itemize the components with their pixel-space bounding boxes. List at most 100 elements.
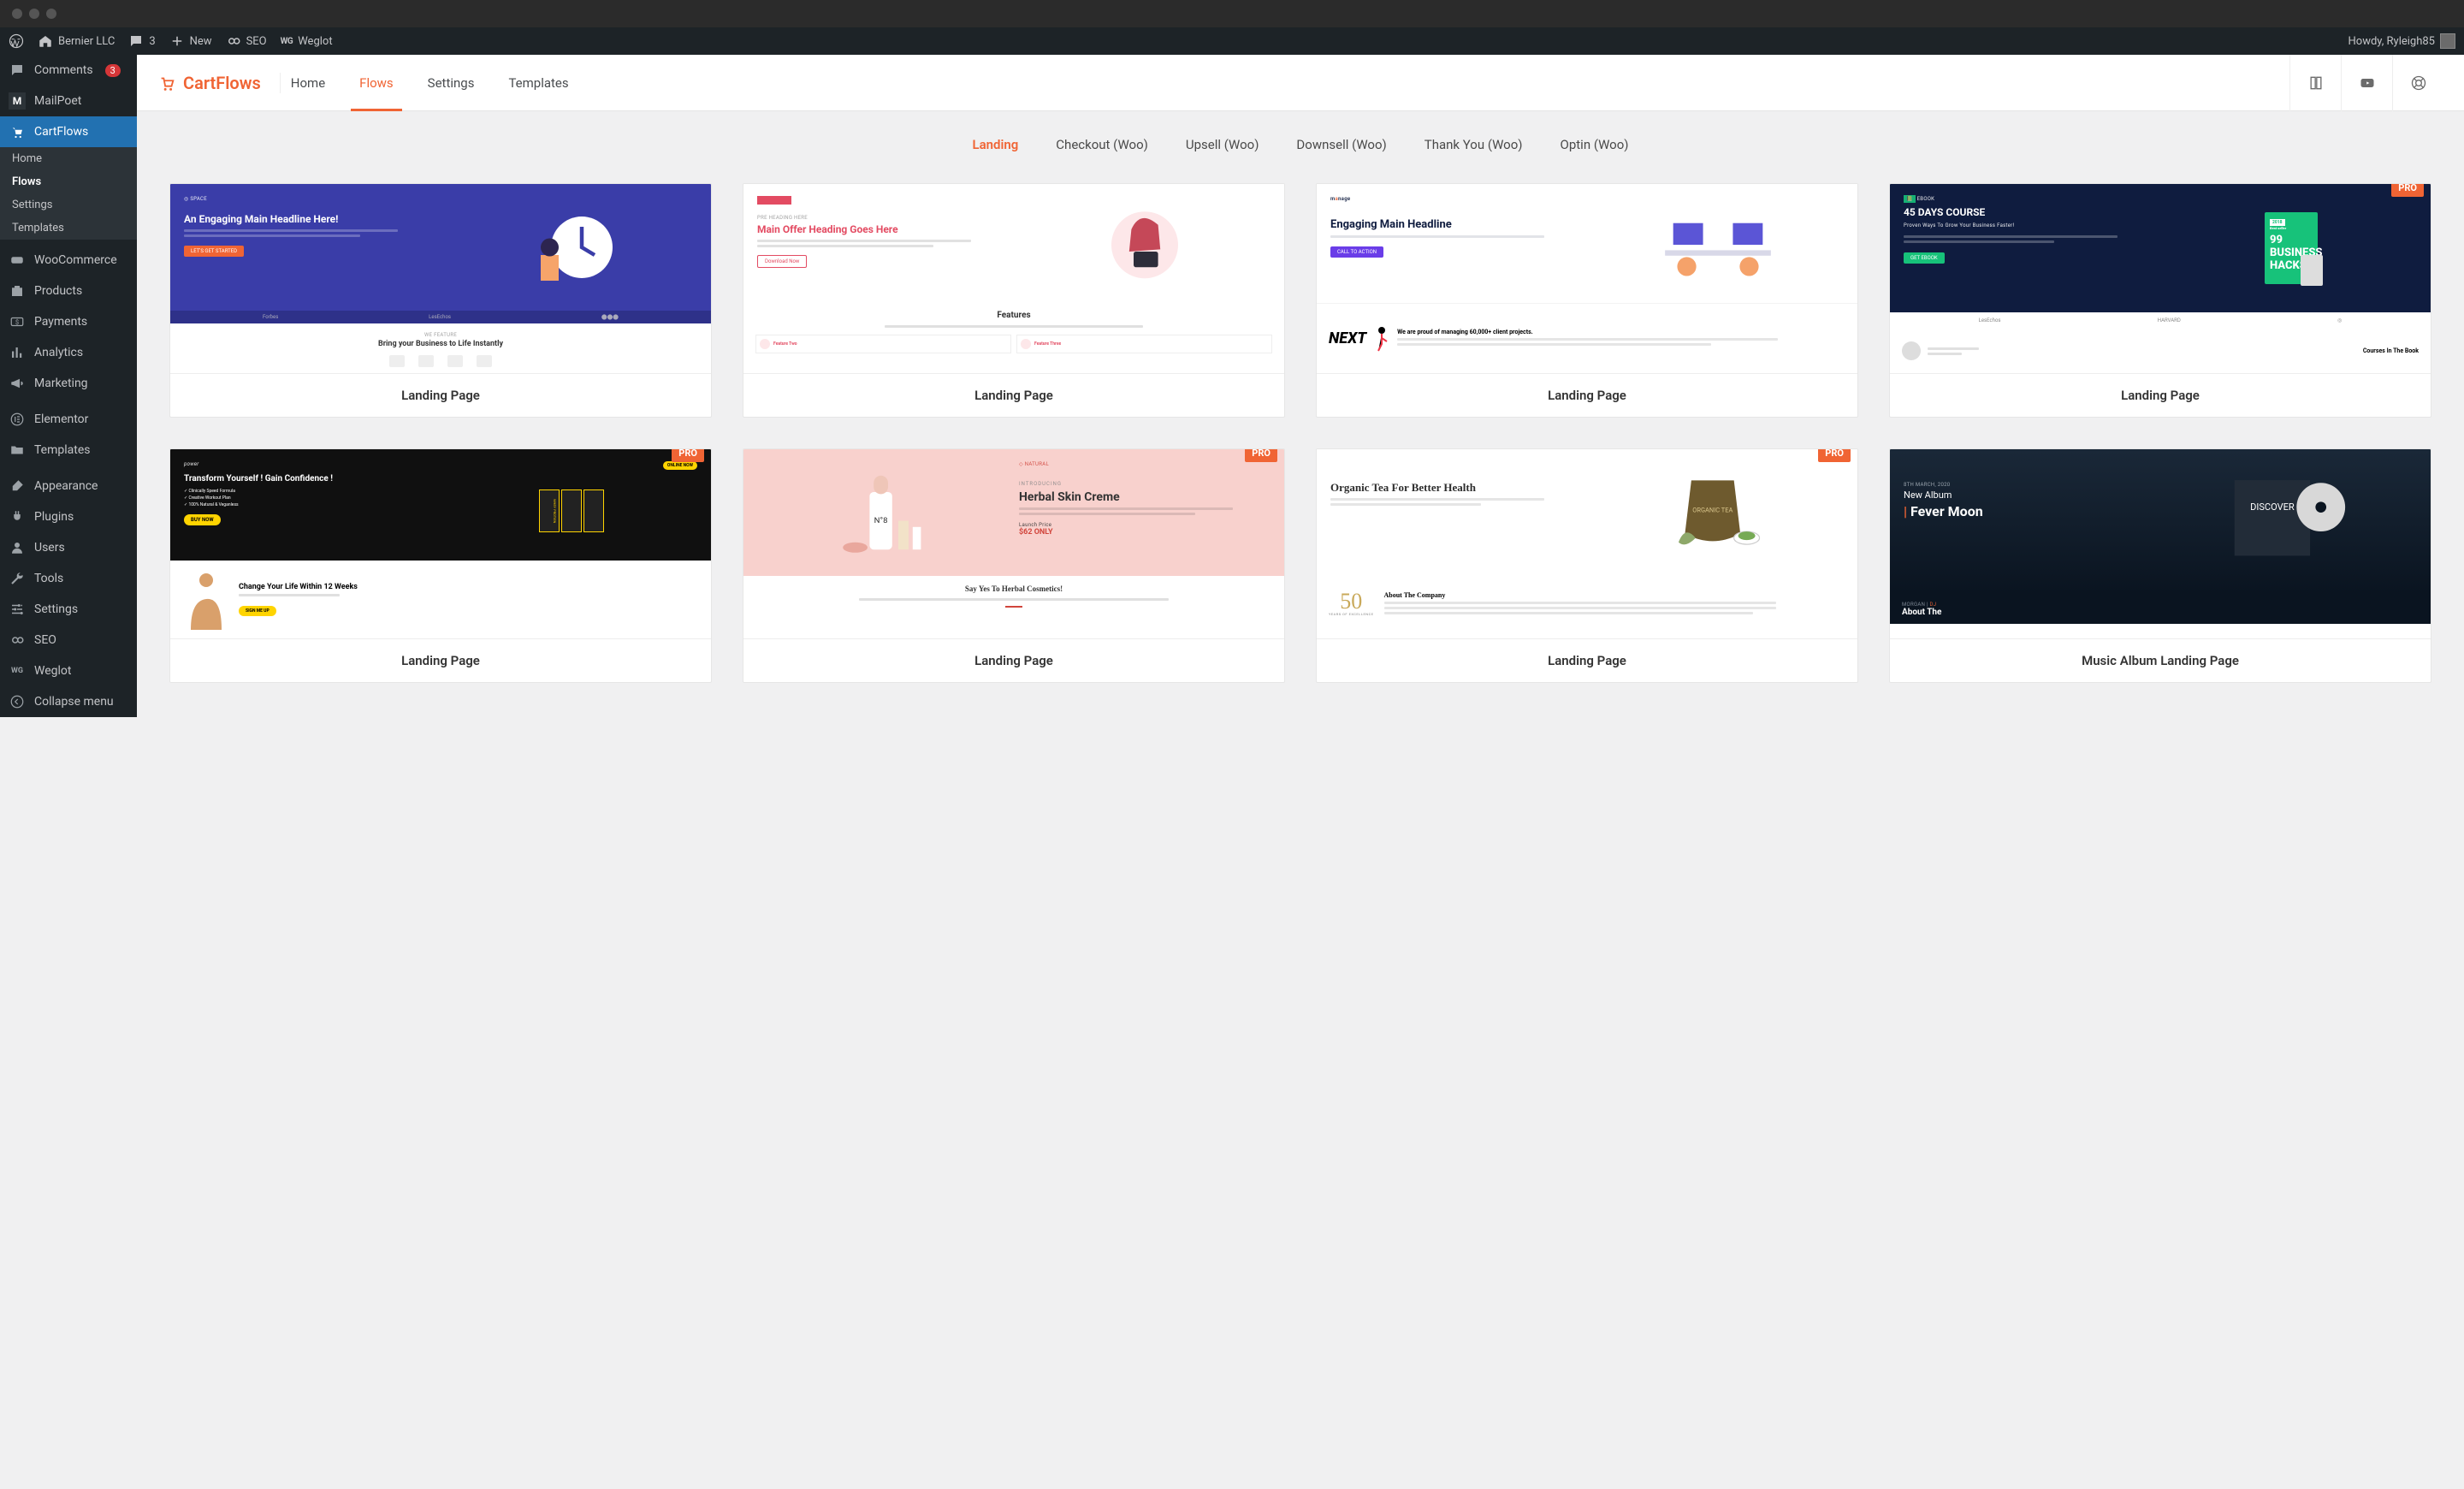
sidebar-item-payments[interactable]: $ Payments: [0, 306, 137, 337]
new-link[interactable]: New: [169, 33, 212, 49]
seo-label: SEO: [246, 35, 267, 48]
sidebar-item-marketing[interactable]: Marketing: [0, 368, 137, 399]
sidebar-item-label: Payments: [34, 315, 87, 329]
comment-icon: [9, 62, 26, 79]
sidebar-item-label: WooCommerce: [34, 253, 117, 267]
filter-downsell[interactable]: Downsell (Woo): [1296, 137, 1386, 152]
filter-thankyou[interactable]: Thank You (Woo): [1424, 137, 1523, 152]
close-dot[interactable]: [12, 9, 22, 19]
greeting-label: Howdy, Ryleigh85: [2348, 35, 2436, 48]
submenu-home[interactable]: Home: [0, 147, 137, 170]
seo-link[interactable]: SEO: [226, 33, 267, 49]
zoom-dot[interactable]: [46, 9, 56, 19]
comment-icon: [128, 33, 144, 49]
minimize-dot[interactable]: [29, 9, 39, 19]
elementor-icon: [9, 411, 26, 428]
sidebar-item-settings[interactable]: Settings: [0, 594, 137, 625]
filter-upsell[interactable]: Upsell (Woo): [1186, 137, 1259, 152]
sidebar-item-label: Marketing: [34, 377, 88, 390]
site-link[interactable]: Bernier LLC: [38, 33, 115, 49]
comments-link[interactable]: 3: [128, 33, 155, 49]
template-title: Landing Page: [1317, 374, 1857, 417]
template-title: Music Album Landing Page: [1890, 639, 2431, 682]
sidebar-item-label: Tools: [34, 572, 63, 585]
svg-text:ORGANIC TEA: ORGANIC TEA: [1692, 507, 1732, 514]
seo-icon: [9, 632, 26, 649]
filter-checkout[interactable]: Checkout (Woo): [1056, 137, 1148, 152]
weglot-icon: WG: [281, 37, 293, 46]
nav-flows[interactable]: Flows: [359, 55, 394, 110]
account-link[interactable]: Howdy, Ryleigh85: [2348, 33, 2456, 49]
comments-badge: 3: [105, 64, 121, 77]
template-card[interactable]: PRO N°8: [743, 448, 1285, 683]
brand-label: CartFlows: [183, 73, 261, 93]
person-laptop-illustration-icon: [1019, 196, 1270, 285]
docs-button[interactable]: [2289, 55, 2341, 111]
sidebar-item-cartflows[interactable]: CartFlows: [0, 116, 137, 147]
template-title: Landing Page: [170, 639, 711, 682]
sidebar-item-analytics[interactable]: Analytics: [0, 337, 137, 368]
sidebar-item-seo[interactable]: SEO: [0, 625, 137, 656]
seo-icon: [226, 33, 241, 49]
sidebar-item-appearance[interactable]: Appearance: [0, 471, 137, 501]
sidebar-item-tools[interactable]: Tools: [0, 563, 137, 594]
figure-icon: [1375, 326, 1389, 352]
template-title: Landing Page: [743, 374, 1284, 417]
desk-illustration-icon: [1592, 196, 1844, 291]
sidebar-item-collapse[interactable]: Collapse menu: [0, 686, 137, 717]
sidebar-item-comments[interactable]: Comments 3: [0, 55, 137, 86]
home-icon: [38, 33, 53, 49]
cartflows-brand[interactable]: CartFlows: [157, 73, 281, 93]
sidebar-item-elementor[interactable]: Elementor: [0, 404, 137, 435]
submenu-settings[interactable]: Settings: [0, 193, 137, 217]
video-button[interactable]: [2341, 55, 2392, 111]
template-card[interactable]: PRO 📗 EBOOK 45 DAYS COURSE Proven Ways T…: [1889, 183, 2431, 418]
template-card[interactable]: PRE HEADING HERE Main Offer Heading Goes…: [743, 183, 1285, 418]
nav-settings[interactable]: Settings: [428, 55, 475, 110]
template-card[interactable]: 8TH MARCH, 2020 New Album | Fever Moon D…: [1889, 448, 2431, 683]
plus-icon: [169, 33, 185, 49]
wp-logo[interactable]: [9, 33, 24, 49]
sidebar-item-woocommerce[interactable]: WooCommerce: [0, 245, 137, 276]
filter-landing[interactable]: Landing: [973, 137, 1019, 152]
filter-optin[interactable]: Optin (Woo): [1561, 137, 1629, 152]
sidebar-item-plugins[interactable]: Plugins: [0, 501, 137, 532]
wp-sidebar: Comments 3 M MailPoet CartFlows Home Flo…: [0, 55, 137, 717]
sidebar-item-products[interactable]: Products: [0, 276, 137, 306]
template-card[interactable]: PRO power Transform Yourself ! Gain Conf…: [169, 448, 712, 683]
template-type-tabs: Landing Checkout (Woo) Upsell (Woo) Down…: [169, 137, 2431, 152]
sliders-icon: [9, 601, 26, 618]
plug-icon: [9, 508, 26, 525]
comment-count-label: 3: [149, 35, 155, 48]
sidebar-item-label: Templates: [34, 443, 91, 457]
svg-text:DISCOVER: DISCOVER: [2250, 501, 2295, 513]
sidebar-item-users[interactable]: Users: [0, 532, 137, 563]
wrench-icon: [9, 570, 26, 587]
template-card[interactable]: PRO Organic Tea For Better Health: [1316, 448, 1858, 683]
body-illustration-icon: [182, 570, 230, 630]
pro-badge: PRO: [1818, 448, 1851, 462]
collapse-icon: [9, 693, 26, 710]
nav-home[interactable]: Home: [291, 55, 325, 110]
submenu-flows[interactable]: Flows: [0, 170, 137, 193]
sidebar-item-templates[interactable]: Templates: [0, 435, 137, 466]
sidebar-item-label: Products: [34, 284, 82, 298]
pro-badge: PRO: [2391, 183, 2424, 197]
weglot-link[interactable]: WG Weglot: [281, 35, 333, 48]
main-content: CartFlows Home Flows Settings Templates …: [137, 55, 2464, 717]
template-card[interactable]: ◎ SPACE An Engaging Main Headline Here! …: [169, 183, 712, 418]
cartflows-header: CartFlows Home Flows Settings Templates: [137, 55, 2464, 111]
template-thumbnail: 📗 EBOOK 45 DAYS COURSE Proven Ways To Gr…: [1890, 184, 2431, 374]
help-button[interactable]: [2392, 55, 2443, 111]
pro-badge: PRO: [1245, 448, 1277, 462]
sidebar-item-label: MailPoet: [34, 94, 81, 108]
sidebar-item-label: Elementor: [34, 412, 88, 426]
sidebar-item-mailpoet[interactable]: M MailPoet: [0, 86, 137, 116]
template-card[interactable]: manage Engaging Main Headline CALL TO AC…: [1316, 183, 1858, 418]
sidebar-item-weglot[interactable]: WG Weglot: [0, 656, 137, 686]
cartflows-icon: [9, 123, 26, 140]
submenu-templates[interactable]: Templates: [0, 217, 137, 240]
avatar-icon: [2440, 33, 2455, 49]
template-grid: ◎ SPACE An Engaging Main Headline Here! …: [169, 183, 2431, 683]
nav-templates[interactable]: Templates: [508, 55, 568, 110]
